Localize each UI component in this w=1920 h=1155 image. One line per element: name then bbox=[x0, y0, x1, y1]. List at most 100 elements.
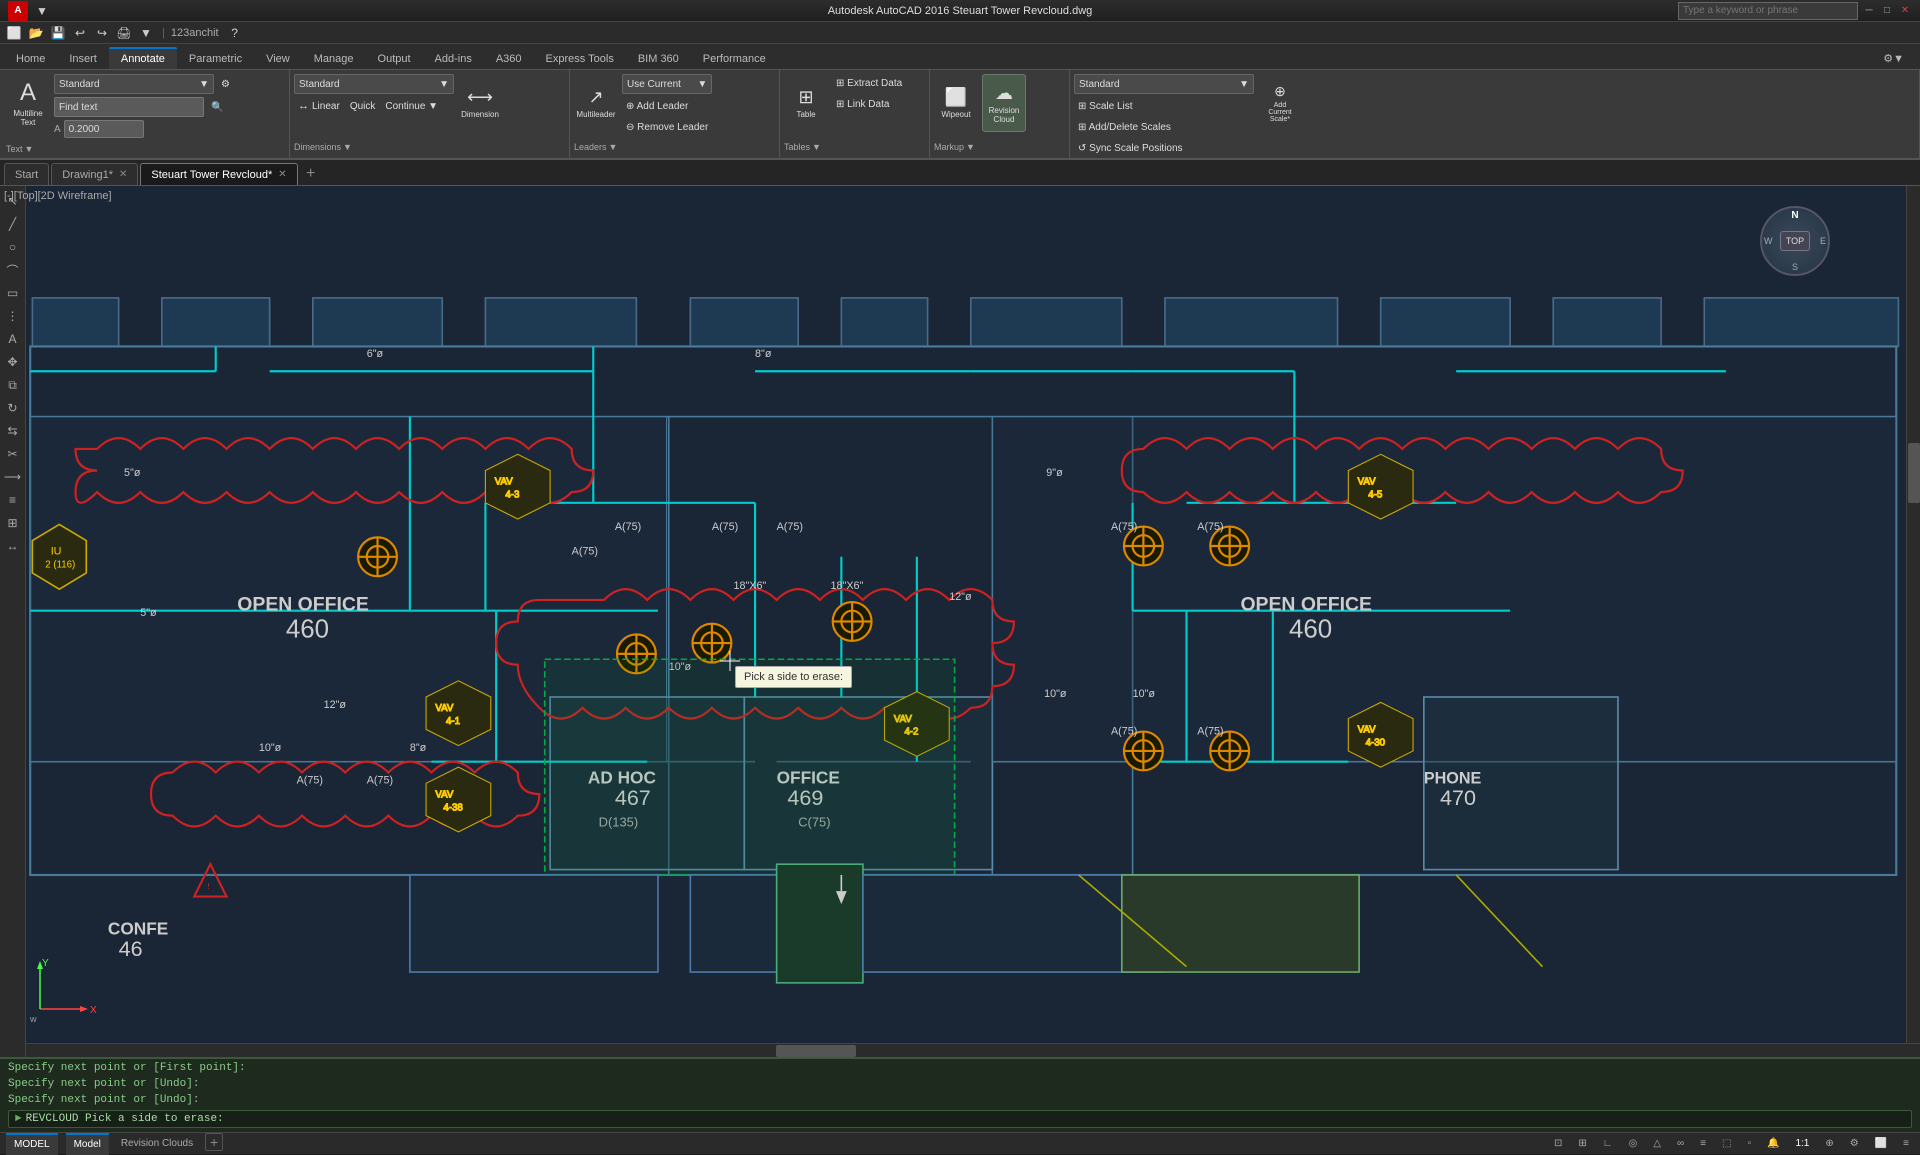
dimension-main-btn[interactable]: ⟷ Dimension bbox=[458, 74, 502, 132]
tab-insert[interactable]: Insert bbox=[57, 49, 109, 69]
annotation-monitor-btn[interactable]: 🔔 bbox=[1762, 1135, 1784, 1153]
continue-dim-btn[interactable]: Continue ▼ bbox=[381, 97, 442, 115]
workspace-btn[interactable]: ⚙ bbox=[1845, 1135, 1864, 1153]
doc-tab-drawing1[interactable]: Drawing1* ✕ bbox=[51, 163, 138, 185]
tool-copy[interactable]: ⧉ bbox=[2, 374, 24, 396]
leader-style-dropdown[interactable]: Use Current▼ bbox=[622, 74, 712, 94]
tab-addins[interactable]: Add-ins bbox=[423, 49, 484, 69]
add-current-scale-btn[interactable]: ⊕ AddCurrent Scale* bbox=[1258, 74, 1302, 132]
vertical-scrollbar[interactable] bbox=[1906, 186, 1920, 1043]
tab-view[interactable]: View bbox=[254, 49, 302, 69]
otrack-btn[interactable]: ∞ bbox=[1672, 1135, 1689, 1153]
search-input[interactable] bbox=[1678, 2, 1858, 20]
minimize-button[interactable]: ─ bbox=[1862, 4, 1876, 18]
doc-tab-revcloud[interactable]: Steuart Tower Revcloud* ✕ bbox=[140, 163, 297, 185]
quick-dim-btn[interactable]: Quick bbox=[346, 97, 380, 115]
qat-save-btn[interactable]: 💾 bbox=[48, 24, 68, 42]
horizontal-scrollbar[interactable] bbox=[14, 1043, 1920, 1057]
remove-leader-btn[interactable]: ⊖ Remove Leader bbox=[622, 118, 712, 136]
tool-trim[interactable]: ✂ bbox=[2, 443, 24, 465]
table-btn[interactable]: ⊞ Table bbox=[784, 74, 828, 132]
lineweight-btn[interactable]: ≡ bbox=[1695, 1135, 1711, 1153]
qat-plot-btn[interactable]: 🖨 bbox=[114, 24, 134, 42]
add-delete-scales-btn[interactable]: ⊞ Add/Delete Scales bbox=[1074, 118, 1254, 136]
tool-rectangle[interactable]: ▭ bbox=[2, 282, 24, 304]
compass-ring[interactable]: N S W E TOP bbox=[1760, 206, 1830, 276]
tab-home[interactable]: Home bbox=[4, 49, 57, 69]
qat-new-btn[interactable]: ⬜ bbox=[4, 24, 24, 42]
maximize-button[interactable]: □ bbox=[1880, 4, 1894, 18]
nav-compass[interactable]: N S W E TOP bbox=[1760, 206, 1840, 286]
tool-array[interactable]: ⊞ bbox=[2, 512, 24, 534]
clean-screen-btn[interactable]: ⬜ bbox=[1870, 1135, 1892, 1153]
text-style-dropdown[interactable]: Standard▼ bbox=[54, 74, 214, 94]
grid-btn[interactable]: ⊞ bbox=[1573, 1135, 1591, 1153]
snap-btn[interactable]: ⊡ bbox=[1549, 1135, 1567, 1153]
close-button[interactable]: ✕ bbox=[1898, 4, 1912, 18]
tab-performance[interactable]: Performance bbox=[691, 49, 778, 69]
new-layout-btn[interactable]: + bbox=[205, 1133, 223, 1151]
command-input-line[interactable]: ► REVCLOUD Pick a side to erase: bbox=[8, 1110, 1912, 1128]
tool-dimension[interactable]: ↔ bbox=[2, 535, 24, 557]
sync-scale-btn[interactable]: ↺ Sync Scale Positions bbox=[1074, 139, 1254, 157]
model-tab[interactable]: MODEL bbox=[6, 1133, 58, 1155]
tool-text[interactable]: A bbox=[2, 328, 24, 350]
tab-manage[interactable]: Manage bbox=[302, 49, 366, 69]
polar-btn[interactable]: ◎ bbox=[1624, 1135, 1643, 1153]
tool-mirror[interactable]: ⇆ bbox=[2, 420, 24, 442]
transparency-btn[interactable]: ⬚ bbox=[1717, 1135, 1736, 1153]
tool-rotate[interactable]: ↻ bbox=[2, 397, 24, 419]
tab-parametric[interactable]: Parametric bbox=[177, 49, 254, 69]
qat-undo-btn[interactable]: ↩ bbox=[70, 24, 90, 42]
dimension-style-dropdown[interactable]: Standard▼ bbox=[294, 74, 454, 94]
scale-display[interactable]: 1:1 bbox=[1790, 1135, 1814, 1153]
scale-list-btn[interactable]: ⊞ Scale List bbox=[1074, 97, 1254, 115]
tool-hatch[interactable]: ⋮ bbox=[2, 305, 24, 327]
multileader-btn[interactable]: ↗ Multileader bbox=[574, 74, 618, 132]
new-tab-btn[interactable]: + bbox=[300, 163, 322, 185]
link-data-btn[interactable]: ⊞ Link Data bbox=[832, 95, 906, 113]
tab-express[interactable]: Express Tools bbox=[534, 49, 626, 69]
tool-move[interactable]: ✥ bbox=[2, 351, 24, 373]
revision-cloud-btn[interactable]: ☁ RevisionCloud bbox=[982, 74, 1026, 132]
find-text-input[interactable] bbox=[54, 97, 204, 117]
qat-help-btn[interactable]: ? bbox=[225, 24, 245, 42]
tool-extend[interactable]: ⟶ bbox=[2, 466, 24, 488]
tab-output[interactable]: Output bbox=[366, 49, 423, 69]
qat-open-btn[interactable]: ▼ bbox=[32, 2, 52, 20]
tool-circle[interactable]: ○ bbox=[2, 236, 24, 258]
annotation-scale-btn[interactable]: ⊕ bbox=[1820, 1135, 1838, 1153]
text-style-manager-btn[interactable]: ⚙ bbox=[217, 75, 234, 93]
ortho-btn[interactable]: ∟ bbox=[1598, 1135, 1618, 1153]
add-leader-btn[interactable]: ⊕ Add Leader bbox=[622, 97, 712, 115]
canvas-area[interactable]: ↖ ╱ ○ ⌒ ▭ ⋮ A ✥ ⧉ ↻ ⇆ ✂ ⟶ ≡ ⊞ ↔ [-][Top]… bbox=[0, 186, 1920, 1057]
extract-data-btn[interactable]: ⊞ Extract Data bbox=[832, 74, 906, 92]
close-drawing1-btn[interactable]: ✕ bbox=[119, 169, 127, 180]
drawing-tab-model[interactable]: Model bbox=[66, 1133, 109, 1155]
vertical-scroll-thumb[interactable] bbox=[1908, 443, 1920, 503]
annotation-scale-dropdown[interactable]: Standard▼ bbox=[1074, 74, 1254, 94]
compass-top-button[interactable]: TOP bbox=[1780, 231, 1810, 251]
osnap-btn[interactable]: △ bbox=[1648, 1135, 1666, 1153]
wipeout-btn[interactable]: ⬜ Wipeout bbox=[934, 74, 978, 132]
tool-offset[interactable]: ≡ bbox=[2, 489, 24, 511]
tab-bim360[interactable]: BIM 360 bbox=[626, 49, 691, 69]
tab-workspace-dropdown[interactable]: ⚙▼ bbox=[1871, 48, 1916, 69]
multiline-text-btn[interactable]: A MultilineText bbox=[6, 74, 50, 132]
drawing-tab-revision-clouds[interactable]: Revision Clouds bbox=[113, 1133, 201, 1155]
tab-annotate[interactable]: Annotate bbox=[109, 47, 177, 69]
qat-extra-btn[interactable]: ▼ bbox=[136, 24, 156, 42]
customize-btn[interactable]: ≡ bbox=[1898, 1135, 1914, 1153]
qat-open-btn[interactable]: 📂 bbox=[26, 24, 46, 42]
close-revcloud-btn[interactable]: ✕ bbox=[278, 169, 286, 180]
horizontal-scroll-thumb[interactable] bbox=[776, 1045, 856, 1057]
doc-tab-start[interactable]: Start bbox=[4, 163, 49, 185]
linear-dim-btn[interactable]: ↔ Linear bbox=[294, 97, 344, 115]
find-text-btn[interactable]: 🔍 bbox=[207, 98, 227, 116]
annotation-height-input[interactable] bbox=[64, 120, 144, 138]
tool-line[interactable]: ╱ bbox=[2, 213, 24, 235]
qat-redo-btn[interactable]: ↪ bbox=[92, 24, 112, 42]
selection-btn[interactable]: ▫ bbox=[1742, 1135, 1756, 1153]
tool-arc[interactable]: ⌒ bbox=[2, 259, 24, 281]
tab-a360[interactable]: A360 bbox=[484, 49, 534, 69]
